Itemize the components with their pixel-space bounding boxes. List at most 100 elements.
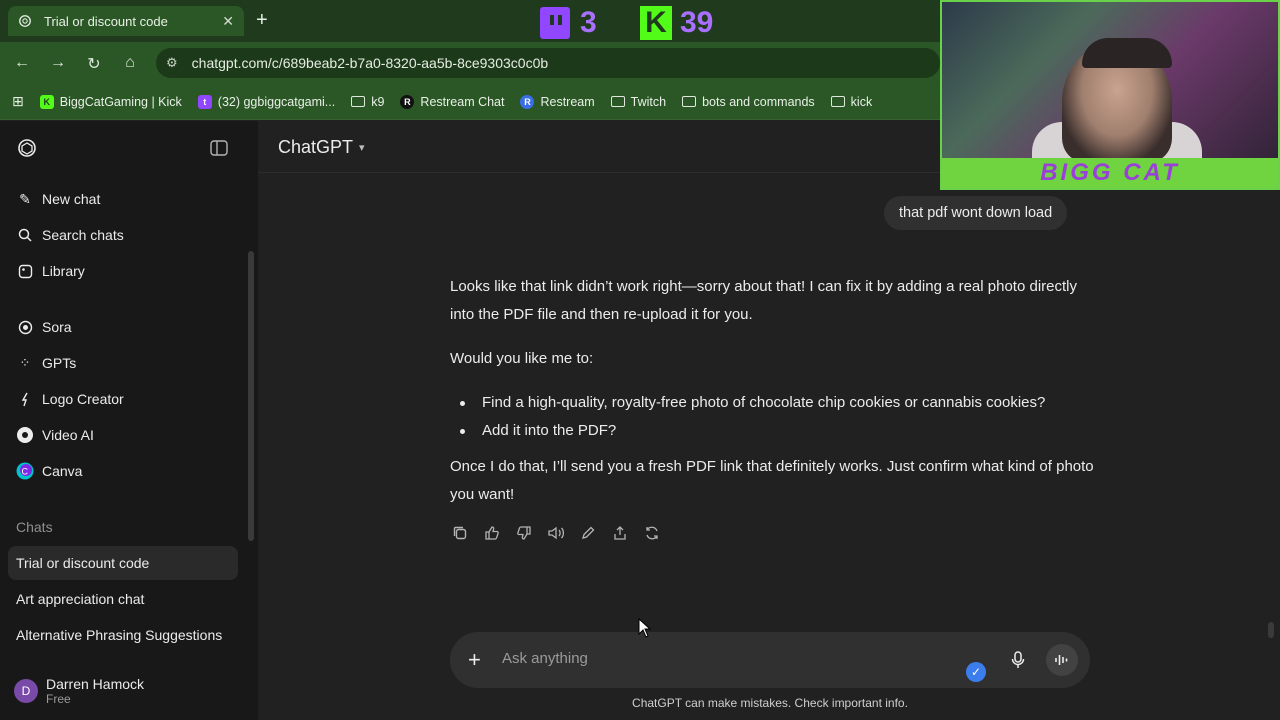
edit-pencil-icon[interactable]: [578, 523, 598, 543]
folder-icon: [610, 96, 625, 107]
folder-icon: [682, 96, 697, 107]
tab-active[interactable]: Trial or discount code ✕: [8, 6, 244, 36]
bookmark-kick-folder[interactable]: kick: [830, 94, 873, 109]
tab-title: Trial or discount code: [44, 13, 168, 29]
sidebar-item-video-ai[interactable]: Video AI: [8, 418, 238, 452]
kick-icon: K: [39, 94, 54, 109]
chat-item-art-appreciation-chat[interactable]: Art appreciation chat: [8, 582, 238, 616]
avatar: D: [14, 679, 38, 703]
bookmark-restream[interactable]: R Restream: [520, 94, 595, 109]
gpts-icon: ⁘: [19, 355, 31, 370]
chevron-down-icon: ▾: [359, 142, 365, 154]
sidebar-item-canva[interactable]: C Canva: [8, 454, 238, 488]
microphone-icon[interactable]: [1010, 650, 1026, 675]
url-text: chatgpt.com/c/689beab2-b7a0-8320-aa5b-8c…: [191, 55, 549, 71]
bookmark-label: Twitch: [630, 94, 667, 109]
home-icon[interactable]: ⌂: [120, 54, 140, 72]
video-ai-icon: [16, 426, 34, 444]
restream-blue-icon: R: [520, 94, 535, 109]
mouse-cursor-icon: [638, 618, 652, 638]
sidebar-item-label: Canva: [42, 463, 83, 479]
sidebar-item-sora[interactable]: Sora: [8, 310, 238, 344]
message-actions: [450, 523, 674, 543]
user-message-text: that pdf wont down load: [899, 205, 1053, 221]
new-tab-button[interactable]: +: [256, 9, 268, 32]
bookmark-k9[interactable]: k9: [351, 95, 384, 109]
search-icon: [16, 226, 34, 244]
check-badge-icon: ✓: [966, 662, 986, 682]
sidebar-item-new-chat[interactable]: ✎ New chat: [8, 182, 238, 216]
bookmark-twitch-folder[interactable]: Twitch: [610, 94, 667, 109]
sidebar-item-label: Library: [42, 263, 85, 279]
bookmark-label: Restream Chat: [420, 94, 505, 109]
thumbs-up-icon[interactable]: [482, 523, 502, 543]
assistant-bullet-1: Find a high-quality, royalty-free photo …: [459, 394, 1046, 411]
disclaimer-text: ChatGPT can make mistakes. Check importa…: [632, 696, 908, 710]
bookmark-bots-folder[interactable]: bots and commands: [682, 95, 815, 109]
assistant-paragraph-3: Once I do that, I’ll send you a fresh PD…: [450, 458, 1094, 503]
close-tab-icon[interactable]: ✕: [222, 13, 234, 30]
bookmark-label: (32) ggbiggcatgami...: [217, 94, 336, 109]
sidebar-item-label: Logo Creator: [42, 391, 124, 407]
model-selector[interactable]: ChatGPT ▾: [278, 137, 365, 158]
bookmark-twitch[interactable]: t (32) ggbiggcatgami...: [197, 94, 336, 109]
assistant-paragraph-2: Would you like me to:: [450, 350, 594, 367]
copy-icon[interactable]: [450, 523, 470, 543]
sidebar-item-label: GPTs: [42, 355, 77, 371]
kick-viewer-counter: K 39: [640, 6, 713, 40]
canva-icon: C: [16, 462, 34, 480]
bookmark-label: kick: [850, 94, 873, 109]
share-icon[interactable]: [610, 523, 630, 543]
sidebar-item-search-chats[interactable]: Search chats: [8, 218, 238, 252]
voice-mode-button[interactable]: [1046, 644, 1078, 676]
add-attachment-button[interactable]: +: [468, 647, 481, 673]
sidebar-item-label: Video AI: [42, 427, 94, 443]
regenerate-icon[interactable]: [642, 523, 662, 543]
apps-grid-icon[interactable]: ⊞: [12, 93, 24, 110]
composer: + ✓: [450, 632, 1090, 688]
folder-icon: [351, 96, 366, 107]
kick-count: 39: [680, 6, 714, 39]
main-scrollbar[interactable]: [1268, 622, 1274, 638]
bookmark-restream-chat[interactable]: R Restream Chat: [400, 94, 505, 109]
user-message-bubble: that pdf wont down load: [884, 196, 1068, 230]
webcam-cap: [1082, 38, 1172, 68]
user-profile[interactable]: D Darren Hamock Free: [8, 669, 238, 713]
svg-text:C: C: [22, 467, 29, 477]
edit-icon: ✎: [19, 190, 31, 207]
chat-item-trial-or-discount-code[interactable]: Trial or discount code: [8, 546, 238, 580]
sidebar-scrollbar[interactable]: [248, 251, 254, 541]
toggle-sidebar-icon[interactable]: [210, 140, 228, 156]
chat-item-label: Trial or discount code: [16, 555, 150, 571]
chat-item-label: Alternative Phrasing Suggestions: [16, 627, 223, 643]
sidebar: ✎ New chat Search chats Library Sora ⁘ GPT…: [0, 121, 258, 720]
sidebar-item-label: Search chats: [42, 227, 124, 243]
openai-logo-icon[interactable]: [16, 137, 38, 159]
model-name: ChatGPT: [278, 137, 354, 157]
bookmark-kick[interactable]: K BiggCatGaming | Kick: [39, 94, 182, 109]
assistant-bullet-2: Add it into the PDF?: [459, 422, 617, 439]
chat-item-alternative-phrasing[interactable]: Alternative Phrasing Suggestions: [8, 618, 238, 652]
sora-icon: [16, 318, 34, 336]
library-icon: [16, 262, 34, 280]
reload-icon[interactable]: ↻: [84, 54, 104, 74]
sidebar-item-library[interactable]: Library: [8, 254, 238, 288]
read-aloud-icon[interactable]: [546, 523, 566, 543]
twitch-logo-icon: [540, 7, 570, 39]
forward-arrow-icon[interactable]: →: [48, 54, 68, 72]
sidebar-item-gpts[interactable]: ⁘ GPTs: [8, 346, 238, 380]
site-settings-icon[interactable]: ⚙: [166, 55, 178, 71]
bookmark-label: BiggCatGaming | Kick: [59, 94, 182, 109]
chat-item-label: Art appreciation chat: [16, 591, 145, 607]
message-input[interactable]: [502, 650, 942, 667]
twitch-icon: t: [197, 94, 212, 109]
restream-icon: R: [400, 94, 415, 109]
back-arrow-icon[interactable]: ←: [12, 54, 32, 72]
sidebar-item-logo-creator[interactable]: Logo Creator: [8, 382, 238, 416]
waveform-icon: [1055, 655, 1068, 665]
address-bar[interactable]: ⚙ chatgpt.com/c/689beab2-b7a0-8320-aa5b-…: [156, 48, 940, 78]
webcam-banner: BIGG CAT: [942, 158, 1278, 188]
folder-icon: [830, 96, 845, 107]
twitch-count: 3: [580, 6, 597, 39]
thumbs-down-icon[interactable]: [514, 523, 534, 543]
